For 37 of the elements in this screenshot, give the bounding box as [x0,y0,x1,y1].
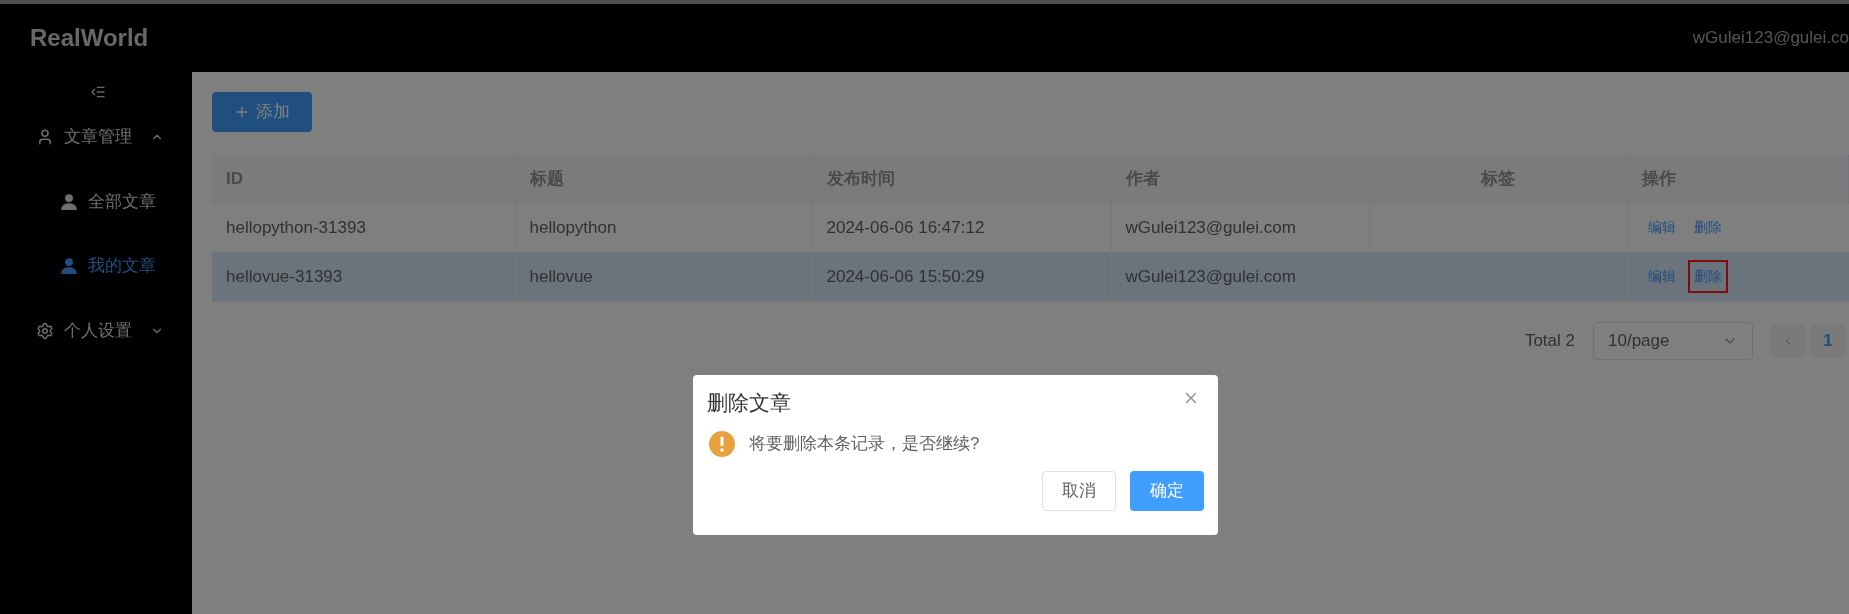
table-cell: 2024-06-06 16:47:12 [812,203,1111,252]
table-cell: hellovue-31393 [212,252,515,301]
page-size-select[interactable]: 10/page [1593,321,1753,360]
delete-link[interactable]: 删除 [1687,211,1728,244]
app-logo: RealWorld [30,23,149,53]
table-cell: hellopython [515,203,812,252]
warning-icon [709,430,735,457]
edit-link[interactable]: 编辑 [1641,260,1682,293]
person-icon [60,257,78,275]
table-cell: wGulei123@gulei.com [1111,252,1369,301]
table-row[interactable]: hellovue-31393 hellovue 2024-06-06 15:50:29 wGulei123@gulei.com 编辑 删除 [212,252,1849,301]
menu-item[interactable]: 全部文章 [0,170,192,234]
total-count: Total 2 [1524,329,1575,352]
user-email: wGulei123@gulei.co [1692,27,1849,50]
menu-group[interactable]: 个人设置 [0,298,192,364]
menu-group[interactable]: 文章管理 [0,104,192,170]
cancel-button[interactable]: 取消 [1042,470,1116,511]
add-button[interactable]: 添加 [212,92,312,132]
edit-link[interactable]: 编辑 [1641,211,1682,244]
table-cell: wGulei123@gulei.com [1111,203,1369,252]
table-cell: hellovue [515,252,812,301]
person-icon [60,193,78,211]
menu-item[interactable]: 我的文章 [0,234,192,298]
menu-group-label: 个人设置 [64,320,132,343]
page-button[interactable]: 1 [1811,323,1845,358]
settings-icon [36,322,54,340]
user-icon [36,128,54,146]
dialog-message: 将要删除本条记录，是否继续? [749,432,980,455]
table-cell: hellopython-31393 [212,203,515,252]
table-cell: 2024-06-06 15:50:29 [812,252,1111,301]
menu-collapse-icon[interactable] [90,84,106,100]
delete-link[interactable]: 删除 [1687,260,1728,293]
menu-group-label: 文章管理 [64,126,132,149]
plus-icon [234,104,250,120]
table-row[interactable]: hellopython-31393 hellopython 2024-06-06 16:47:12 wGulei123@gulei.com 编辑 删除 [212,203,1849,252]
dialog-title: 删除文章 [707,390,791,416]
confirm-button[interactable]: 确定 [1130,470,1204,511]
